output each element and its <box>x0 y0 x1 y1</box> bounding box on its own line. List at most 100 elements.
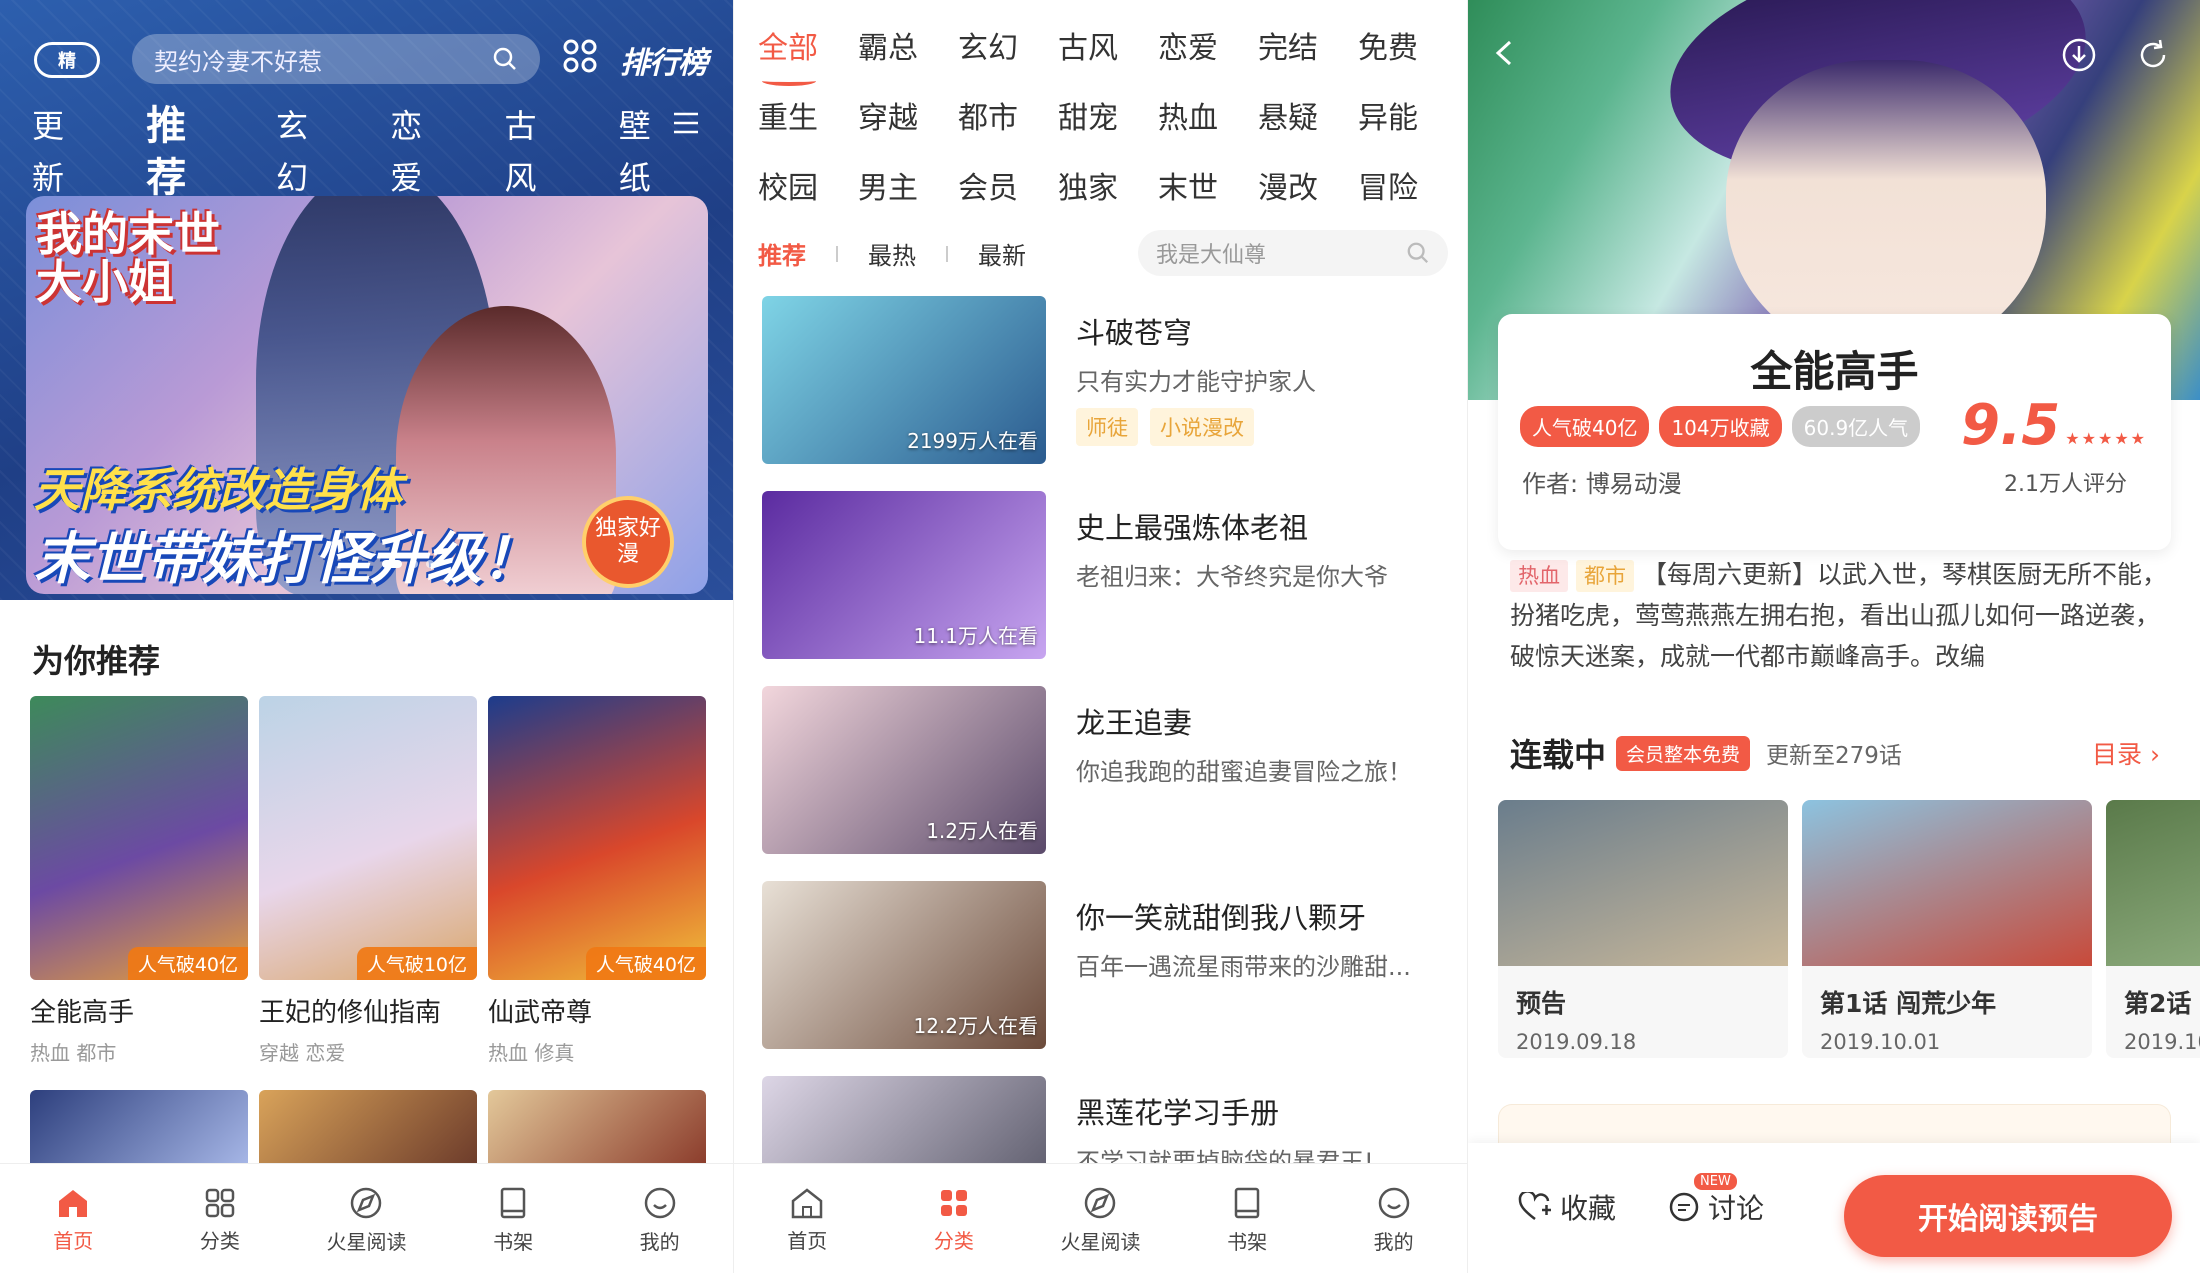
episode-card[interactable]: 预告 2019.09.18 <box>1498 800 1788 1058</box>
bottom-tab-label: 分类 <box>933 1229 974 1253</box>
menu-icon[interactable] <box>672 110 700 136</box>
comic-list-item[interactable]: 1.2万人在看 龙王追妻 你追我跑的甜蜜追妻冒险之旅！ <box>762 686 1452 881</box>
rank-button[interactable]: 排行榜 <box>620 38 708 82</box>
toc-link[interactable]: 目录 › <box>2092 735 2160 771</box>
category-chip[interactable]: 古风 <box>1058 28 1158 70</box>
desc-tag[interactable]: 都市 <box>1576 560 1634 592</box>
category-search-bar[interactable]: 我是大仙尊 <box>1138 230 1448 276</box>
category-chip[interactable]: 会员 <box>958 168 1058 210</box>
apps-grid-icon[interactable] <box>562 38 598 74</box>
episode-card[interactable]: 第1话 闯荒少年 2019.10.01 <box>1802 800 2092 1058</box>
chat-icon: NEW <box>1668 1173 1737 1223</box>
bottom-tab[interactable]: 首页 <box>13 1187 133 1254</box>
sort-option[interactable]: 最热 <box>868 236 916 271</box>
app-composite: 精 契约冷妻不好惹 排行榜 更新 推荐 玄幻 恋爱 古风 壁纸 我的末世大小姐 天降系统改… <box>0 0 2200 1273</box>
comic-list: 2199万人在看 斗破苍穹 只有实力才能守护家人 师徒 小说漫改 11.1万人在看 史上最强… <box>762 296 1452 1271</box>
category-chip[interactable]: 异能 <box>1358 98 1458 140</box>
comic-cover: 人气破40亿 <box>488 696 706 980</box>
divider <box>946 245 948 262</box>
bookshelf-icon <box>498 1186 528 1220</box>
recommend-row-2 <box>30 1090 706 1170</box>
bottom-tab[interactable]: 我的 <box>600 1186 720 1255</box>
desc-tag[interactable]: 热血 <box>1510 560 1568 592</box>
comic-list-item[interactable]: 12.2万人在看 你一笑就甜倒我八颗牙 百年一遇流星雨带来的沙雕甜... <box>762 881 1452 1076</box>
divider <box>836 245 838 262</box>
back-icon[interactable] <box>1488 36 1522 70</box>
sort-option[interactable]: 最新 <box>978 236 1026 271</box>
comic-desc: 老祖归来：大爷终究是你大爷 <box>1076 563 1388 591</box>
comic-card[interactable]: 人气破10亿王妃的修仙指南穿越 恋爱 <box>259 696 477 1066</box>
discuss-label: 讨论 <box>1708 1192 1765 1225</box>
serial-status: 连载中 <box>1510 736 1607 774</box>
compass-icon <box>349 1186 383 1220</box>
bottom-tab[interactable]: 书架 <box>1187 1186 1307 1255</box>
category-chip[interactable]: 甜宠 <box>1058 98 1158 140</box>
category-chip[interactable]: 重生 <box>758 98 858 140</box>
category-chip[interactable]: 全部 <box>758 28 858 86</box>
bottom-tab[interactable]: 分类 <box>160 1187 280 1254</box>
bottom-tab[interactable]: 火星阅读 <box>1040 1186 1160 1255</box>
comic-title: 黑莲花学习手册 <box>1076 1096 1280 1130</box>
category-chip[interactable]: 恋爱 <box>1158 28 1258 70</box>
bottom-tabbar: 首页 分类 火星阅读 书架 我的 <box>734 1163 1467 1273</box>
top-tab[interactable]: 玄幻 <box>276 100 338 204</box>
comic-list-item[interactable]: 2199万人在看 斗破苍穹 只有实力才能守护家人 师徒 小说漫改 <box>762 296 1452 491</box>
viewer-count: 2199万人在看 <box>907 429 1038 453</box>
bottom-tab[interactable]: 书架 <box>453 1186 573 1255</box>
favorite-label: 收藏 <box>1560 1192 1617 1225</box>
vip-badge: 会员整本免费 <box>1616 735 1751 771</box>
download-icon[interactable] <box>2060 36 2098 74</box>
stat-pill: 人气破40亿 <box>1520 406 1650 447</box>
category-chip[interactable]: 免费 <box>1358 28 1458 70</box>
bottom-tab[interactable]: 我的 <box>1334 1186 1454 1255</box>
category-chip[interactable]: 末世 <box>1158 168 1258 210</box>
category-chip[interactable]: 完结 <box>1258 28 1358 70</box>
discuss-button[interactable]: NEW 讨论 <box>1668 1173 1765 1227</box>
category-chip[interactable]: 穿越 <box>858 98 958 140</box>
exclusive-seal: 独家好漫 <box>582 496 674 588</box>
bottom-tab[interactable]: 火星阅读 <box>306 1186 426 1255</box>
top-tab[interactable]: 恋爱 <box>390 100 452 204</box>
episode-date: 2019.09.18 <box>1516 1030 1637 1054</box>
popularity-badge: 人气破10亿 <box>356 947 477 980</box>
category-chip[interactable]: 霸总 <box>858 28 958 70</box>
category-chip[interactable]: 热血 <box>1158 98 1258 140</box>
favorite-button[interactable]: 收藏 <box>1518 1187 1616 1227</box>
search-placeholder: 我是大仙尊 <box>1156 243 1267 268</box>
comic-list-item[interactable]: 11.1万人在看 史上最强炼体老祖 老祖归来：大爷终究是你大爷 <box>762 491 1452 686</box>
episode-card[interactable]: 第2话 扌 2019.10 <box>2106 800 2200 1058</box>
category-chip[interactable]: 冒险 <box>1358 168 1458 210</box>
comic-title: 史上最强炼体老祖 <box>1076 511 1309 545</box>
home-search-bar[interactable]: 契约冷妻不好惹 <box>132 34 540 84</box>
bottom-tab[interactable]: 分类 <box>894 1187 1014 1254</box>
bottom-tab-label: 书架 <box>1227 1230 1268 1254</box>
comic-card[interactable]: 人气破40亿 仙武帝尊 热血 修真 <box>488 696 706 1066</box>
category-chip[interactable]: 男主 <box>858 168 958 210</box>
comic-card[interactable]: 人气破40亿 全能高手 热血 都市 <box>30 696 248 1066</box>
heart-plus-icon <box>1518 1192 1552 1222</box>
home-banner[interactable]: 我的末世大小姐 天降系统改造身体 末世带妹打怪升级！ 独家好漫 <box>26 196 708 594</box>
category-chip[interactable]: 玄幻 <box>958 28 1058 70</box>
bottom-tab-label: 分类 <box>199 1229 240 1253</box>
category-chip[interactable]: 校园 <box>758 168 858 210</box>
top-tab[interactable]: 古风 <box>505 100 567 204</box>
rating-stars-icon: ★★★★★ <box>2065 429 2147 448</box>
bottom-tab-label: 首页 <box>53 1229 94 1253</box>
category-chip[interactable]: 悬疑 <box>1258 98 1358 140</box>
category-chip[interactable]: 独家 <box>1058 168 1158 210</box>
share-icon[interactable] <box>2134 36 2172 74</box>
sort-option[interactable]: 推荐 <box>758 236 806 271</box>
comic-description[interactable]: 热血 都市 【每周六更新】以武入世，琴棋医厨无所不能，扮猪吃虎，莺莺燕燕左拥右抱，看… <box>1510 554 2170 680</box>
category-chip[interactable]: 都市 <box>958 98 1058 140</box>
top-tab[interactable]: 更新 <box>32 100 94 204</box>
start-reading-button[interactable]: 开始阅读预告 <box>1844 1175 2172 1257</box>
comic-tags: 穿越 恋爱 <box>259 1041 346 1065</box>
comic-thumbnail: 12.2万人在看 <box>762 881 1046 1049</box>
author-label[interactable]: 作者: 博易动漫 <box>1522 464 1682 499</box>
viewer-count: 1.2万人在看 <box>926 819 1038 843</box>
comic-title: 王妃的修仙指南 <box>259 998 442 1028</box>
bottom-tab[interactable]: 首页 <box>747 1187 867 1254</box>
comic-title: 全能高手 <box>30 998 135 1028</box>
top-tab[interactable]: 推荐 <box>146 100 224 204</box>
category-chip[interactable]: 漫改 <box>1258 168 1358 210</box>
